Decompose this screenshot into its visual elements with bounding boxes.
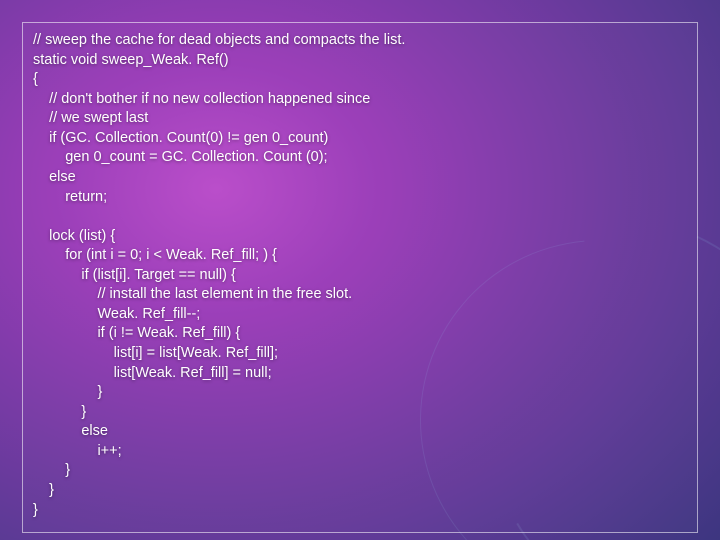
- code-container: // sweep the cache for dead objects and …: [22, 22, 698, 533]
- code-block: // sweep the cache for dead objects and …: [33, 31, 687, 520]
